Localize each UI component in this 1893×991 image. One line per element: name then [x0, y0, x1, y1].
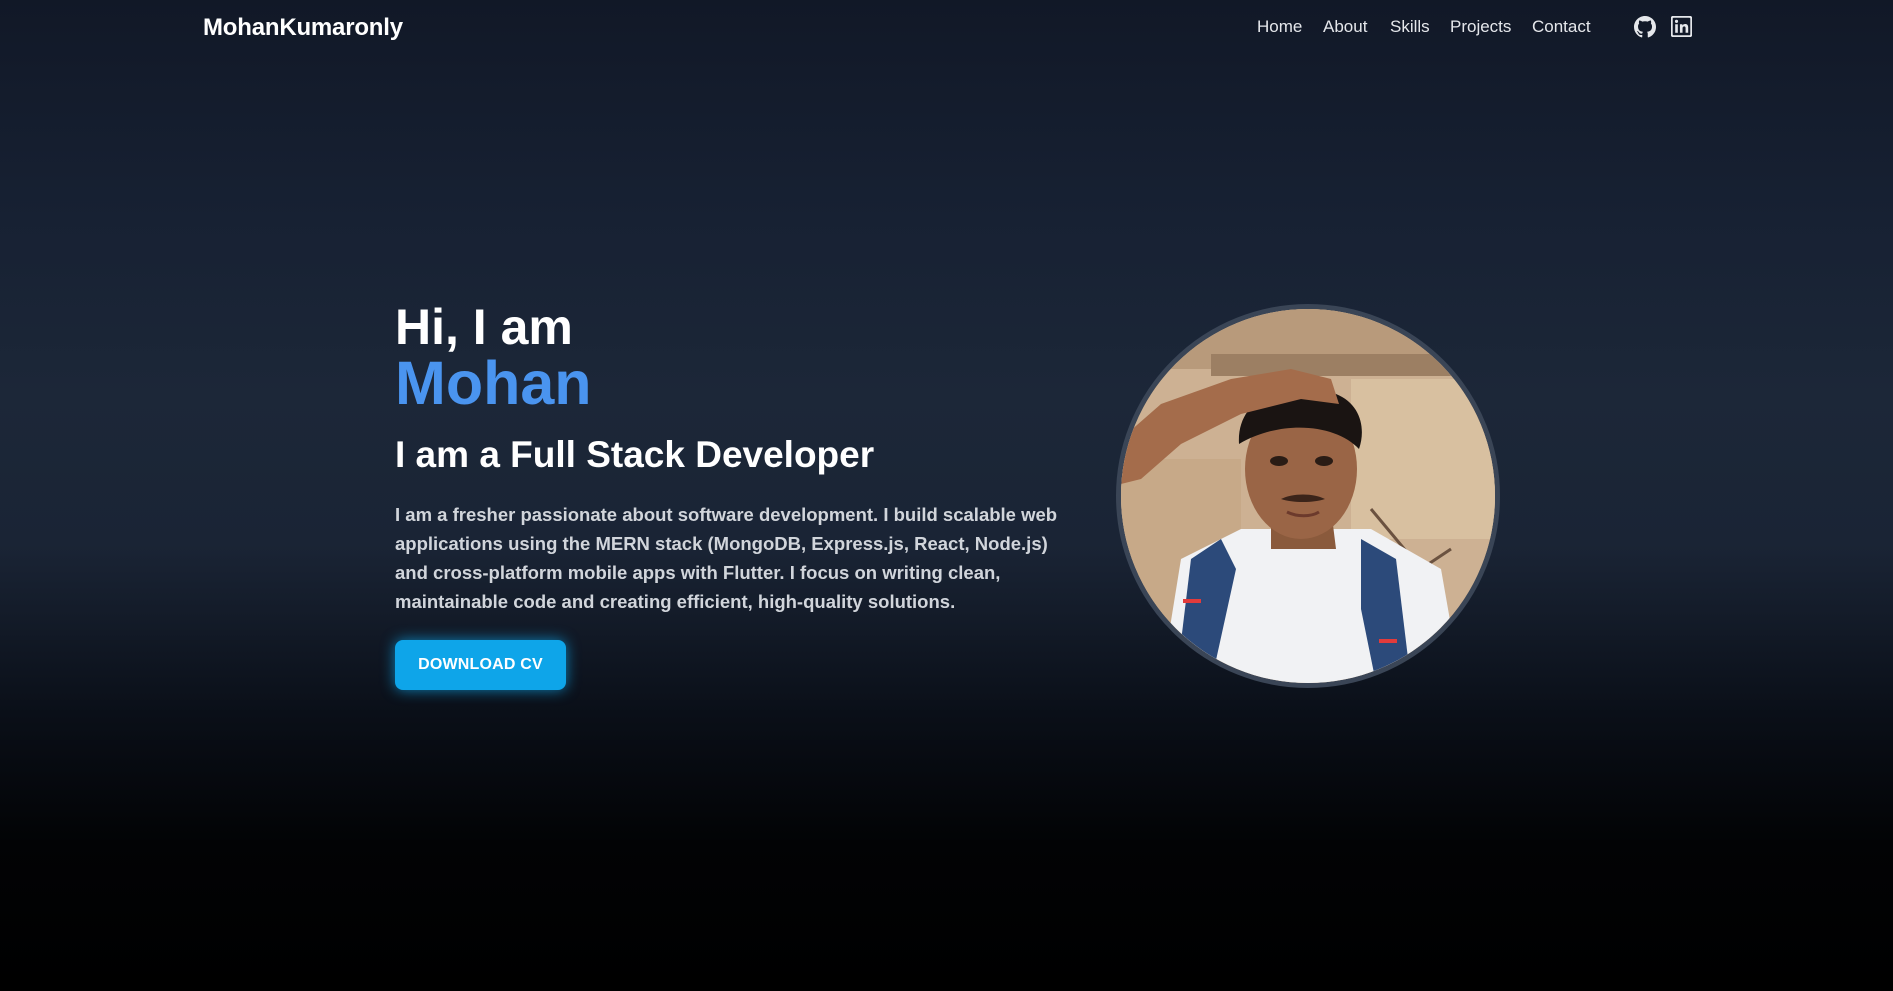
nav-link-contact[interactable]: Contact — [1532, 17, 1591, 37]
linkedin-icon[interactable] — [1670, 15, 1693, 38]
navbar: MohanKumaronly Home About Skills Project… — [0, 0, 1893, 56]
profile-photo — [1116, 304, 1500, 688]
hero-role: I am a Full Stack Developer — [395, 434, 875, 475]
nav-link-skills[interactable]: Skills — [1390, 17, 1430, 37]
nav-link-about[interactable]: About — [1323, 17, 1367, 37]
nav-link-projects[interactable]: Projects — [1450, 17, 1511, 37]
hero-description: I am a fresher passionate about software… — [395, 504, 1058, 612]
hero-greeting: Hi, I am — [395, 299, 573, 355]
nav-link-home[interactable]: Home — [1257, 17, 1302, 37]
hero-name: Mohan — [395, 349, 592, 417]
nav-links: Home About Skills Projects Contact — [0, 17, 1893, 39]
github-icon[interactable] — [1634, 16, 1656, 38]
download-cv-button[interactable]: DOWNLOAD CV — [395, 640, 566, 690]
